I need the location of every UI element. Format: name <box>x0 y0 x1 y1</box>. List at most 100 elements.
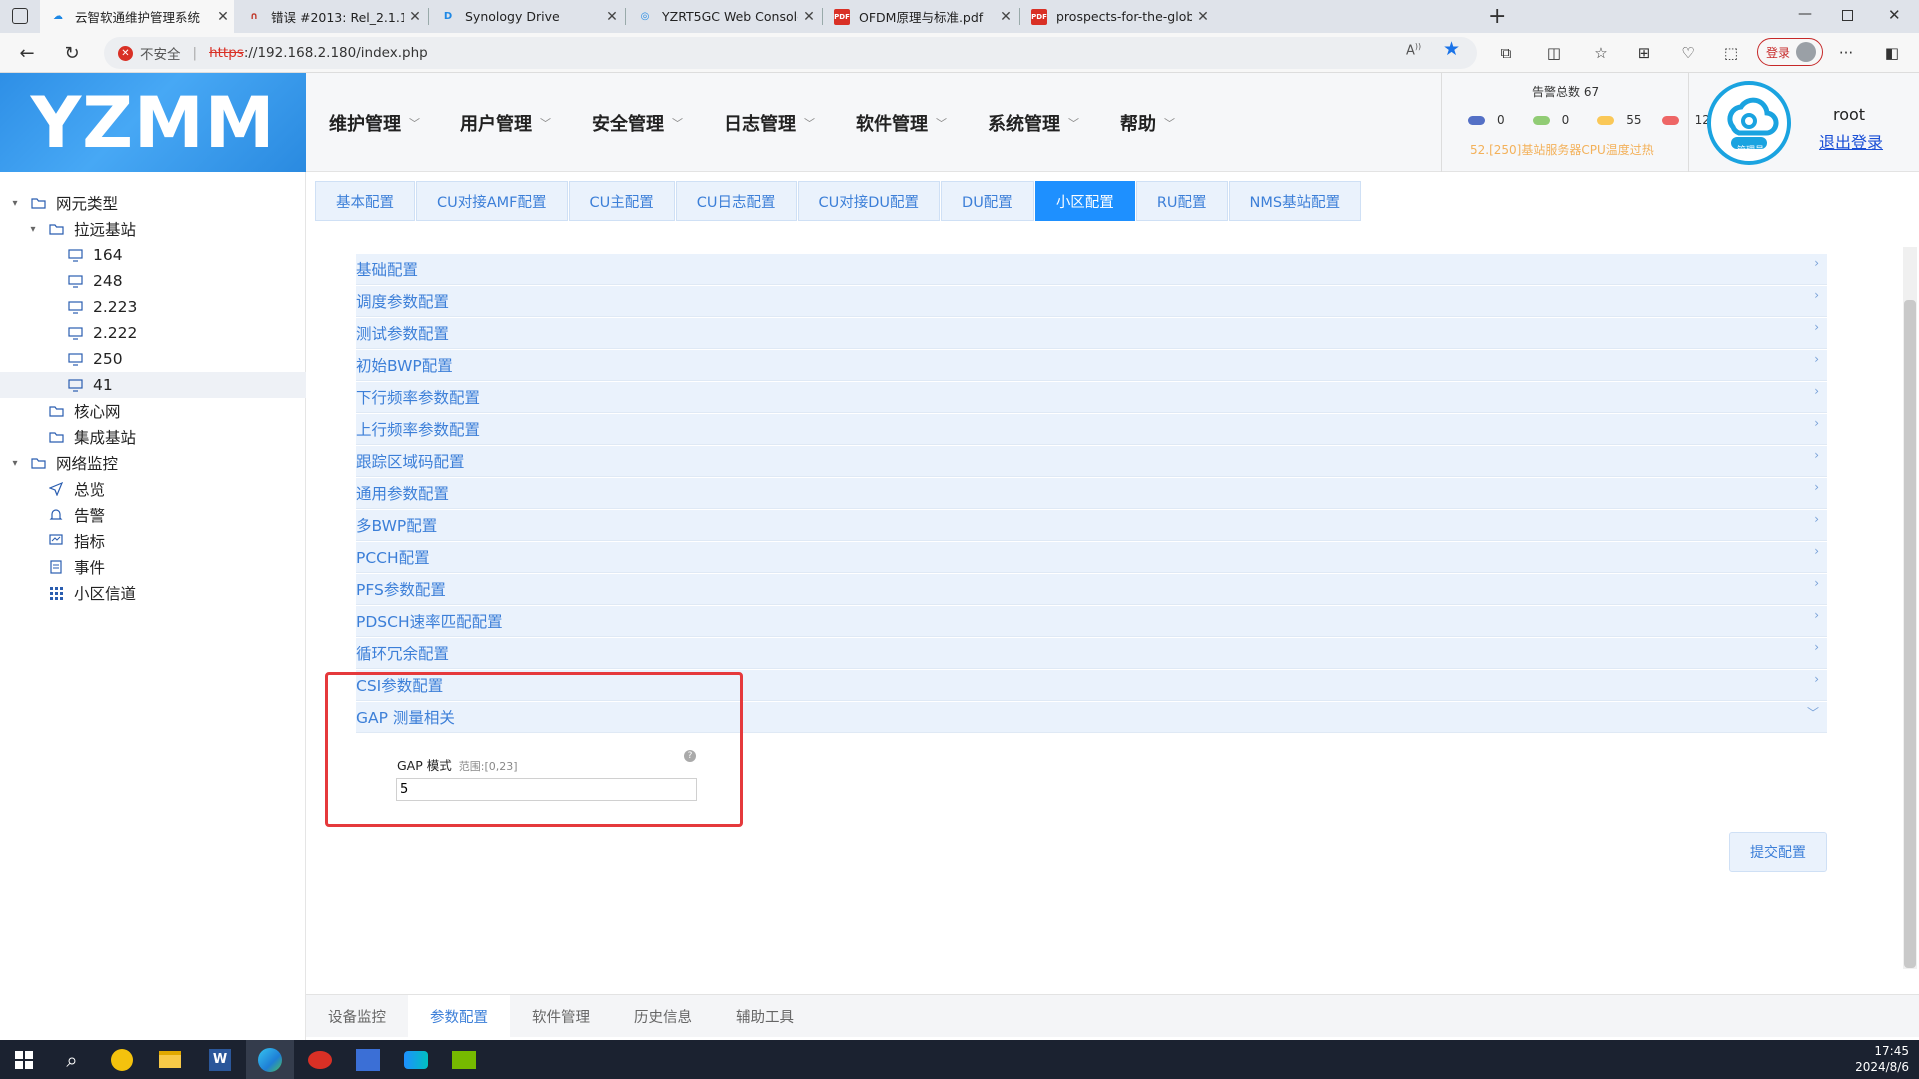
expand-arrow-icon[interactable]: ▾ <box>8 458 22 469</box>
subtab[interactable]: DU配置 <box>941 181 1034 221</box>
config-section-header[interactable]: 跟踪区域码配置 › <box>356 446 1827 477</box>
tree-node[interactable]: 164 <box>0 242 306 268</box>
tree-node[interactable]: 告警 <box>0 502 306 528</box>
login-button[interactable]: 登录 <box>1757 38 1823 66</box>
subtab[interactable]: CU对接DU配置 <box>797 181 941 221</box>
browser-tab[interactable]: ◎ YZRT5GC Web Console ✕ <box>627 0 820 33</box>
system-clock[interactable]: 17:45 2024/8/6 <box>1855 1043 1909 1075</box>
logout-link[interactable]: 退出登录 <box>1819 129 1883 153</box>
restore-button[interactable] <box>1842 10 1853 21</box>
menu-help[interactable]: 帮助 ﹀ <box>1120 73 1175 172</box>
subtab[interactable]: NMS基站配置 <box>1228 181 1362 221</box>
subtab[interactable]: RU配置 <box>1135 181 1228 221</box>
sidebar-toggle-icon[interactable]: ◧ <box>1880 41 1904 65</box>
windows-start-icon[interactable] <box>0 1040 48 1079</box>
tree-node[interactable]: 总览 <box>0 476 306 502</box>
read-aloud-icon[interactable]: A)) <box>1406 42 1421 58</box>
config-section-header[interactable]: 下行频率参数配置 › <box>356 382 1827 413</box>
menu-users[interactable]: 用户管理 ﹀ <box>460 73 551 172</box>
scrollbar-thumb[interactable] <box>1904 300 1916 968</box>
subtab[interactable]: 小区配置 <box>1034 181 1135 221</box>
bottom-tab[interactable]: 软件管理 <box>510 995 612 1037</box>
config-section-header[interactable]: 调度参数配置 › <box>356 286 1827 317</box>
menu-system[interactable]: 系统管理 ﹀ <box>988 73 1079 172</box>
config-section-header[interactable]: 基础配置 › <box>356 254 1827 285</box>
alarm-summary[interactable]: 告警总数 67 0 0 55 12 52.[250]基站服务器CPU温度过热 <box>1441 73 1710 172</box>
screenshot-icon[interactable]: ⬚ <box>1719 41 1743 65</box>
app-icon[interactable] <box>98 1040 146 1079</box>
browser-tab[interactable]: PDF prospects-for-the-global-transfo ✕ <box>1021 0 1214 33</box>
tree-node[interactable]: 集成基站 <box>0 424 306 450</box>
config-section-header[interactable]: 上行频率参数配置 › <box>356 414 1827 445</box>
browser-tab[interactable]: ∩ 错误 #2013: Rel_2.1.15p_pre1T2_ ✕ <box>236 0 426 33</box>
config-section-header[interactable]: 测试参数配置 › <box>356 318 1827 349</box>
bottom-tab[interactable]: 辅助工具 <box>714 995 816 1037</box>
tree-node[interactable]: 2.223 <box>0 294 306 320</box>
subtab[interactable]: CU主配置 <box>568 181 675 221</box>
config-section-header[interactable]: PCCH配置 › <box>356 542 1827 573</box>
edge-browser-icon[interactable] <box>246 1040 294 1079</box>
tree-node[interactable]: 核心网 <box>0 398 306 424</box>
expand-arrow-icon[interactable]: ▾ <box>8 198 22 209</box>
browser-essentials-icon[interactable]: ♡ <box>1676 41 1700 65</box>
config-section-header[interactable]: 初始BWP配置 › <box>356 350 1827 381</box>
tree-node[interactable]: 2.222 <box>0 320 306 346</box>
subtab[interactable]: CU对接AMF配置 <box>416 181 568 221</box>
menu-maintenance[interactable]: 维护管理 ﹀ <box>329 73 420 172</box>
close-window-button[interactable]: ✕ <box>1888 6 1901 24</box>
new-tab-button[interactable]: + <box>1488 4 1506 29</box>
config-section-header[interactable]: 循环冗余配置 › <box>356 638 1827 669</box>
subtab[interactable]: 基本配置 <box>315 181 415 221</box>
refresh-button[interactable]: ↻ <box>60 41 84 65</box>
close-icon[interactable]: ✕ <box>798 9 820 25</box>
app-icon[interactable] <box>392 1040 440 1079</box>
bottom-tab[interactable]: 历史信息 <box>612 995 714 1037</box>
extensions-icon[interactable]: ⧉ <box>1494 41 1518 65</box>
close-icon[interactable]: ✕ <box>601 9 623 25</box>
more-icon[interactable]: ··· <box>1834 41 1858 65</box>
tree-node[interactable]: ▾ 网络监控 <box>0 450 306 476</box>
back-button[interactable]: ← <box>15 41 39 65</box>
browser-tab[interactable]: D Synology Drive ✕ <box>430 0 623 33</box>
submit-config-button[interactable]: 提交配置 <box>1729 832 1827 872</box>
tree-node[interactable]: 指标 <box>0 528 306 554</box>
app-icon[interactable] <box>440 1040 488 1079</box>
app-icon[interactable] <box>344 1040 392 1079</box>
tree-node[interactable]: ▾ 拉远基站 <box>0 216 306 242</box>
config-section-header[interactable]: 通用参数配置 › <box>356 478 1827 509</box>
tree-node[interactable]: ▾ 网元类型 <box>0 190 306 216</box>
favorite-star-icon[interactable]: ★ <box>1443 38 1460 60</box>
minimize-button[interactable]: — <box>1798 6 1812 22</box>
config-section-header[interactable]: PDSCH速率匹配配置 › <box>356 606 1827 637</box>
tree-node[interactable]: 小区信道 <box>0 580 306 606</box>
split-screen-icon[interactable]: ◫ <box>1542 41 1566 65</box>
bottom-tab[interactable]: 设备监控 <box>306 995 408 1037</box>
menu-logs[interactable]: 日志管理 ﹀ <box>724 73 815 172</box>
collections-icon[interactable]: ⊞ <box>1632 41 1656 65</box>
menu-software[interactable]: 软件管理 ﹀ <box>856 73 947 172</box>
close-icon[interactable]: ✕ <box>1192 9 1214 25</box>
bottom-tab[interactable]: 参数配置 <box>408 995 510 1037</box>
alarm-message[interactable]: 52.[250]基站服务器CPU温度过热 <box>1470 141 1654 158</box>
config-section-header[interactable]: PFS参数配置 › <box>356 574 1827 605</box>
tree-node[interactable]: 250 <box>0 346 306 372</box>
close-icon[interactable]: ✕ <box>212 9 234 25</box>
config-section-header[interactable]: 多BWP配置 › <box>356 510 1827 541</box>
tree-node[interactable]: 41 <box>0 372 306 398</box>
tab-actions-icon[interactable] <box>12 8 28 24</box>
browser-tab-active[interactable]: ☁ 云智软通维护管理系统 ✕ <box>40 0 234 33</box>
word-icon[interactable]: W <box>196 1040 244 1079</box>
expand-arrow-icon[interactable]: ▾ <box>26 224 40 235</box>
app-icon[interactable] <box>296 1040 344 1079</box>
browser-tab[interactable]: PDF OFDM原理与标准.pdf ✕ <box>824 0 1017 33</box>
close-icon[interactable]: ✕ <box>995 9 1017 25</box>
file-explorer-icon[interactable] <box>146 1040 194 1079</box>
menu-security[interactable]: 安全管理 ﹀ <box>592 73 683 172</box>
search-icon[interactable]: ⌕ <box>48 1040 96 1079</box>
tree-node[interactable]: 248 <box>0 268 306 294</box>
favorites-icon[interactable]: ☆ <box>1589 41 1613 65</box>
subtab[interactable]: CU日志配置 <box>675 181 797 221</box>
tree-node[interactable]: 事件 <box>0 554 306 580</box>
url-bar[interactable]: ✕ 不安全 | https ://192.168.2.180/index.php <box>104 37 1477 69</box>
close-icon[interactable]: ✕ <box>404 9 426 25</box>
